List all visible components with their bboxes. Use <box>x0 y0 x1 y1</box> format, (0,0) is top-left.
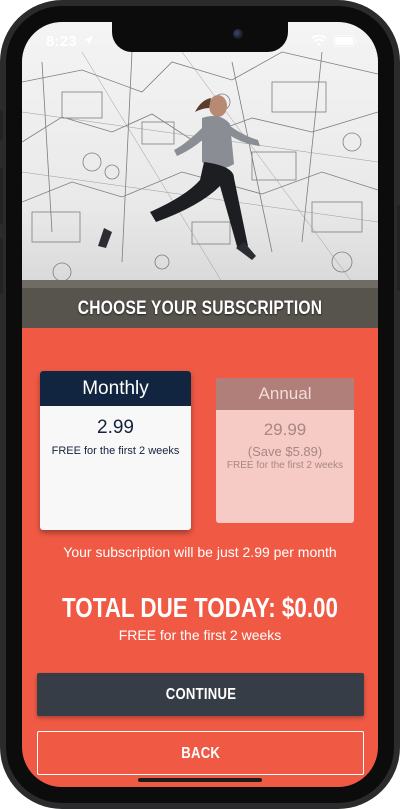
plan-card-annual[interactable]: Annual 29.99 (Save $5.89) FREE for the f… <box>216 378 354 523</box>
status-time: 8:23 <box>46 33 94 50</box>
city-sketch-illustration <box>22 51 378 328</box>
notch <box>112 22 288 52</box>
continue-button-label: CONTINUE <box>165 686 236 703</box>
back-button[interactable]: BACK <box>37 731 364 775</box>
subscription-notice: Your subscription will be just 2.99 per … <box>63 544 337 560</box>
side-button-left-1 <box>0 110 3 140</box>
plan-monthly-trial-note: FREE for the first 2 weeks <box>51 445 180 457</box>
plan-annual-name: Annual <box>216 378 354 410</box>
plan-annual-savings: (Save $5.89) <box>247 444 323 459</box>
plan-monthly-name: Monthly <box>40 371 191 406</box>
side-button-left-3 <box>0 238 3 294</box>
battery-icon <box>333 34 358 52</box>
back-button-label: BACK <box>181 745 220 762</box>
home-indicator <box>138 778 262 782</box>
phone-frame: 8:23 CHOOSE YOUR SUBSCRIPTION Monthly 2.… <box>0 0 400 809</box>
plan-monthly-price: 2.99 <box>97 417 134 438</box>
app-screen: 8:23 CHOOSE YOUR SUBSCRIPTION Monthly 2.… <box>22 22 378 787</box>
continue-button[interactable]: CONTINUE <box>37 673 364 716</box>
front-camera <box>233 29 243 39</box>
plan-annual-trial-note: FREE for the first 2 weeks <box>226 460 344 471</box>
wifi-icon <box>311 34 327 52</box>
runner-figure <box>98 95 260 260</box>
page-title: CHOOSE YOUR SUBSCRIPTION <box>77 298 323 319</box>
plan-annual-price: 29.99 <box>263 420 307 439</box>
total-trial-note: FREE for the first 2 weeks <box>118 627 282 643</box>
plan-card-monthly[interactable]: Monthly 2.99 FREE for the first 2 weeks <box>40 371 191 530</box>
side-button-left-2 <box>0 168 3 224</box>
location-arrow-icon <box>83 33 94 50</box>
status-time-text: 8:23 <box>46 33 77 50</box>
status-icons <box>311 34 358 52</box>
hero-image <box>22 22 378 328</box>
total-due: TOTAL DUE TODAY: $0.00 <box>62 592 338 623</box>
